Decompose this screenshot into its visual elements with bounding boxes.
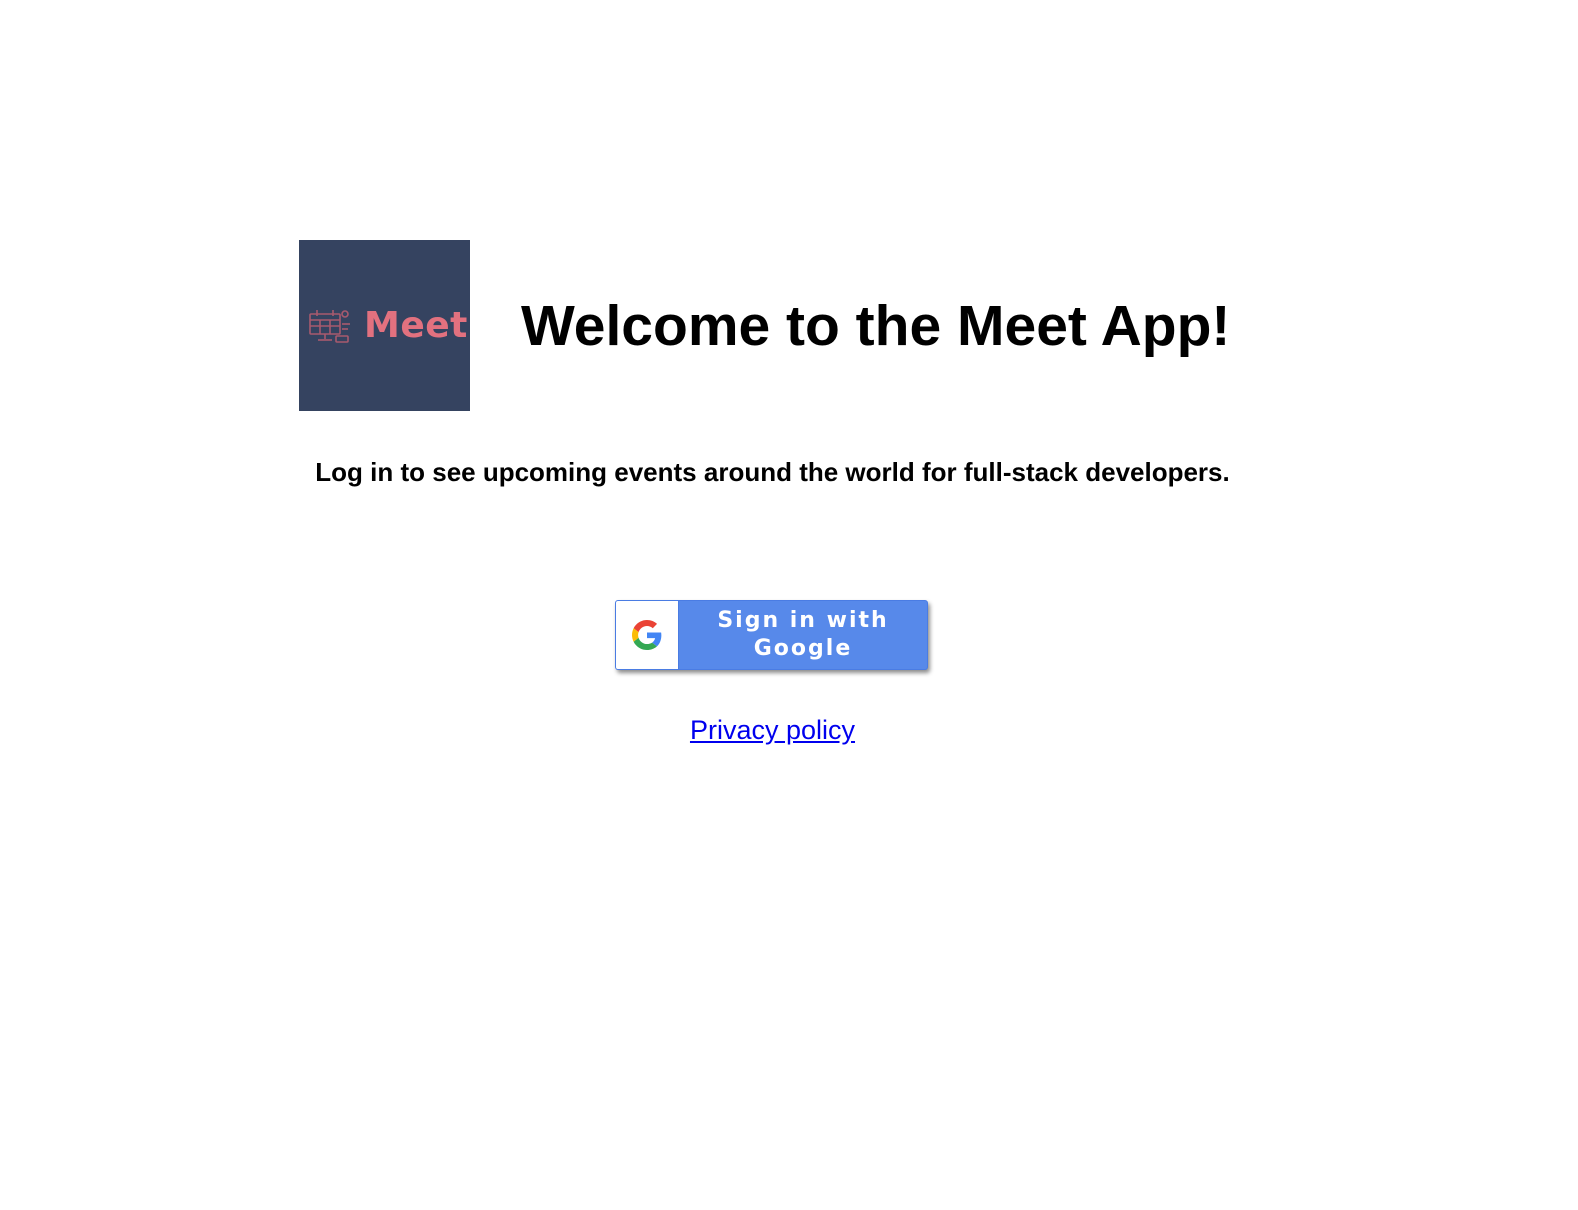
- logo-text: Meet: [364, 305, 468, 346]
- welcome-screen: Meet Welcome to the Meet App! Log in to …: [0, 0, 1578, 1210]
- privacy-container: Privacy policy: [0, 712, 1545, 748]
- google-signin-button[interactable]: Sign in with Google: [615, 600, 928, 670]
- google-icon-container: [616, 601, 679, 669]
- calendar-monitor-icon: [309, 309, 350, 343]
- intro-text: Log in to see upcoming events around the…: [315, 457, 1230, 487]
- meet-logo: Meet: [299, 240, 470, 411]
- google-signin-label: Sign in with Google: [717, 608, 889, 661]
- google-g-icon: [632, 620, 662, 650]
- privacy-policy-link[interactable]: Privacy policy: [690, 715, 855, 745]
- page-title: Welcome to the Meet App!: [521, 294, 1231, 358]
